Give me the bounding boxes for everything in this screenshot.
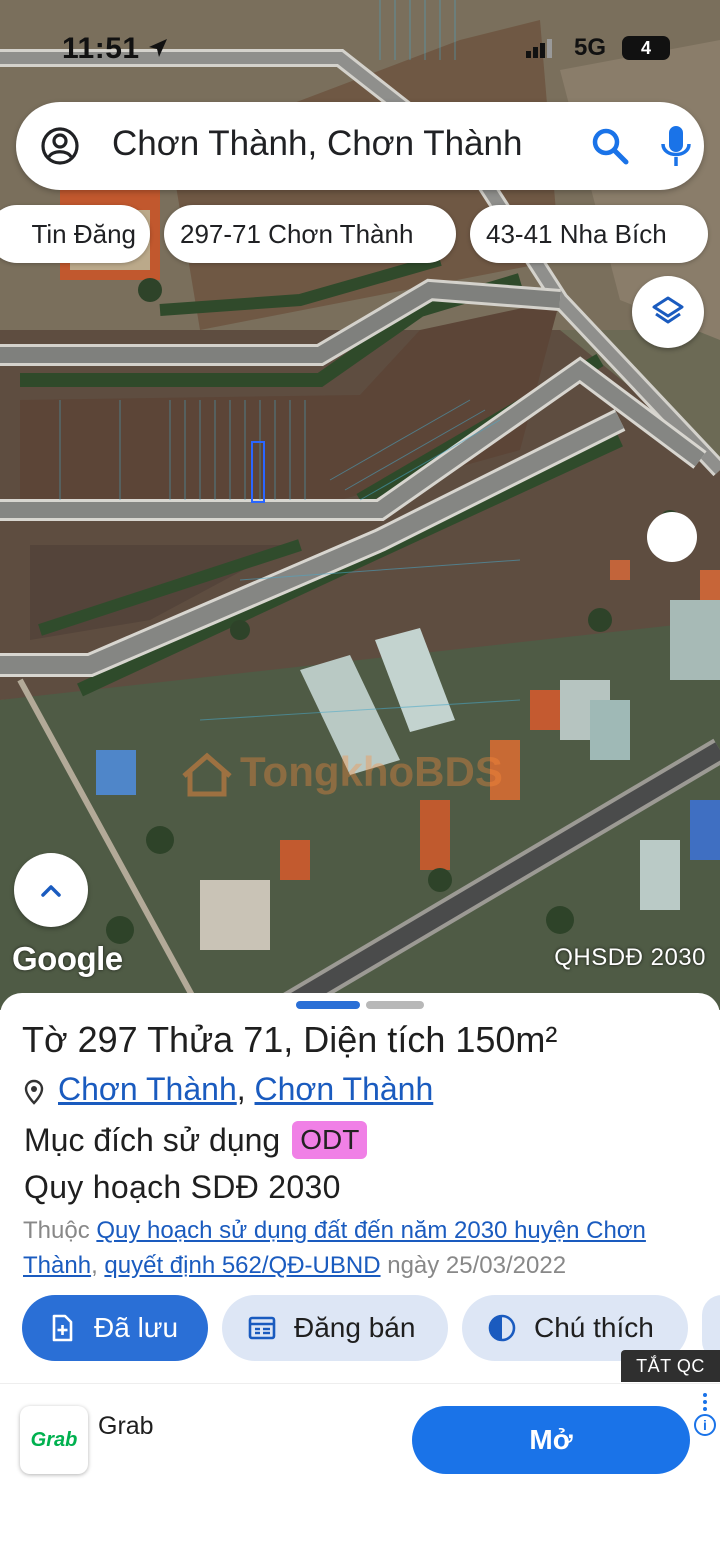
plot-word: Thửa [147, 1019, 234, 1060]
contrast-icon [488, 1314, 516, 1342]
parcel-location: Chơn Thành, Chơn Thành [24, 1071, 433, 1108]
land-use-purpose: Mục đích sử dụng ODT [24, 1121, 368, 1159]
layers-button[interactable] [632, 276, 704, 348]
purpose-code-badge: ODT [292, 1121, 368, 1159]
location-link-district[interactable]: Chơn Thành [255, 1071, 434, 1107]
location-pin-icon [24, 1079, 44, 1105]
more-vertical-icon[interactable] [700, 1392, 710, 1412]
plan-overlay-label: QHSDĐ 2030 [554, 944, 706, 971]
sheet-handle-active[interactable] [296, 1001, 360, 1009]
chip-parcel-43-41[interactable]: 43-41 Nha Bích [470, 205, 708, 263]
area-word: , Diện tích [283, 1019, 446, 1060]
map-control-dot[interactable] [647, 512, 697, 562]
close-ad-button[interactable]: TẮT QC [621, 1350, 720, 1382]
watermark: TongkhoBDS [180, 748, 503, 818]
search-bar[interactable]: Chơn Thành, Chơn Thành [16, 102, 704, 190]
network-type: 5G [574, 34, 607, 61]
plan-separator: , [91, 1252, 98, 1279]
saved-label: Đã lưu [94, 1312, 179, 1343]
ad-info-icon[interactable]: i [694, 1414, 716, 1436]
grab-logo: Grab [20, 1406, 88, 1474]
plot-number: 71 [243, 1019, 284, 1060]
document-add-icon [52, 1314, 73, 1342]
listing-icon [248, 1316, 276, 1340]
expand-button[interactable] [14, 853, 88, 927]
sheet-number: 297 [77, 1019, 138, 1060]
status-bar: 11:51 5G 4 [0, 28, 720, 68]
belongs-label: Thuộc [23, 1217, 90, 1244]
post-for-sale-label: Đăng bán [294, 1312, 416, 1343]
status-time: 11:51 [62, 32, 140, 65]
layers-icon [652, 296, 684, 324]
microphone-icon[interactable] [658, 124, 694, 168]
ad-banner[interactable]: Grab Grab Mở i [0, 1383, 720, 1495]
chip-tin-dang[interactable]: Tin Đăng [0, 205, 150, 263]
location-arrow-icon [149, 39, 167, 57]
plan-name: Quy hoạch SDĐ 2030 [24, 1169, 341, 1205]
account-icon[interactable] [40, 126, 80, 166]
search-input[interactable]: Chơn Thành, Chơn Thành [112, 124, 582, 164]
parcel-title: Tờ 297 Thửa 71, Diện tích 150m² [22, 1019, 557, 1061]
saved-button[interactable]: Đã lưu [22, 1295, 208, 1361]
google-logo: Google [12, 940, 123, 977]
ad-open-button[interactable]: Mở [412, 1406, 690, 1474]
area-value: 150m² [455, 1019, 558, 1060]
location-separator: , [236, 1071, 246, 1107]
satellite-map[interactable]: 11:51 5G 4 Chơn Thành, Chơn Thành Tin Đă… [0, 0, 720, 1010]
decision-date: ngày 25/03/2022 [387, 1252, 567, 1279]
ad-app-name: Grab [98, 1412, 154, 1440]
plan-decision: Thuộc Quy hoạch sử dụng đất đến năm 2030… [23, 1213, 713, 1283]
decision-link[interactable]: quyết định 562/QĐ-UBND [104, 1252, 380, 1279]
post-for-sale-button[interactable]: Đăng bán [222, 1295, 448, 1361]
sheet-handle-inactive[interactable] [366, 1001, 424, 1009]
battery-icon: 4 [622, 36, 670, 60]
chevron-up-icon [41, 885, 61, 897]
location-link-commune[interactable]: Chơn Thành [58, 1071, 237, 1107]
chip-parcel-297-71[interactable]: 297-71 Chơn Thành [164, 205, 456, 263]
bottom-safe-area [0, 1495, 720, 1558]
parcel-info-sheet[interactable]: Tờ 297 Thửa 71, Diện tích 150m² Chơn Thà… [0, 993, 720, 1383]
house-watermark-icon [182, 752, 232, 797]
watermark-text: TongkhoBDS [240, 748, 503, 795]
search-icon[interactable] [590, 126, 630, 166]
sheet-prefix: Tờ [22, 1019, 68, 1060]
signal-icon [526, 39, 552, 58]
purpose-label: Mục đích sử dụng [24, 1122, 281, 1158]
